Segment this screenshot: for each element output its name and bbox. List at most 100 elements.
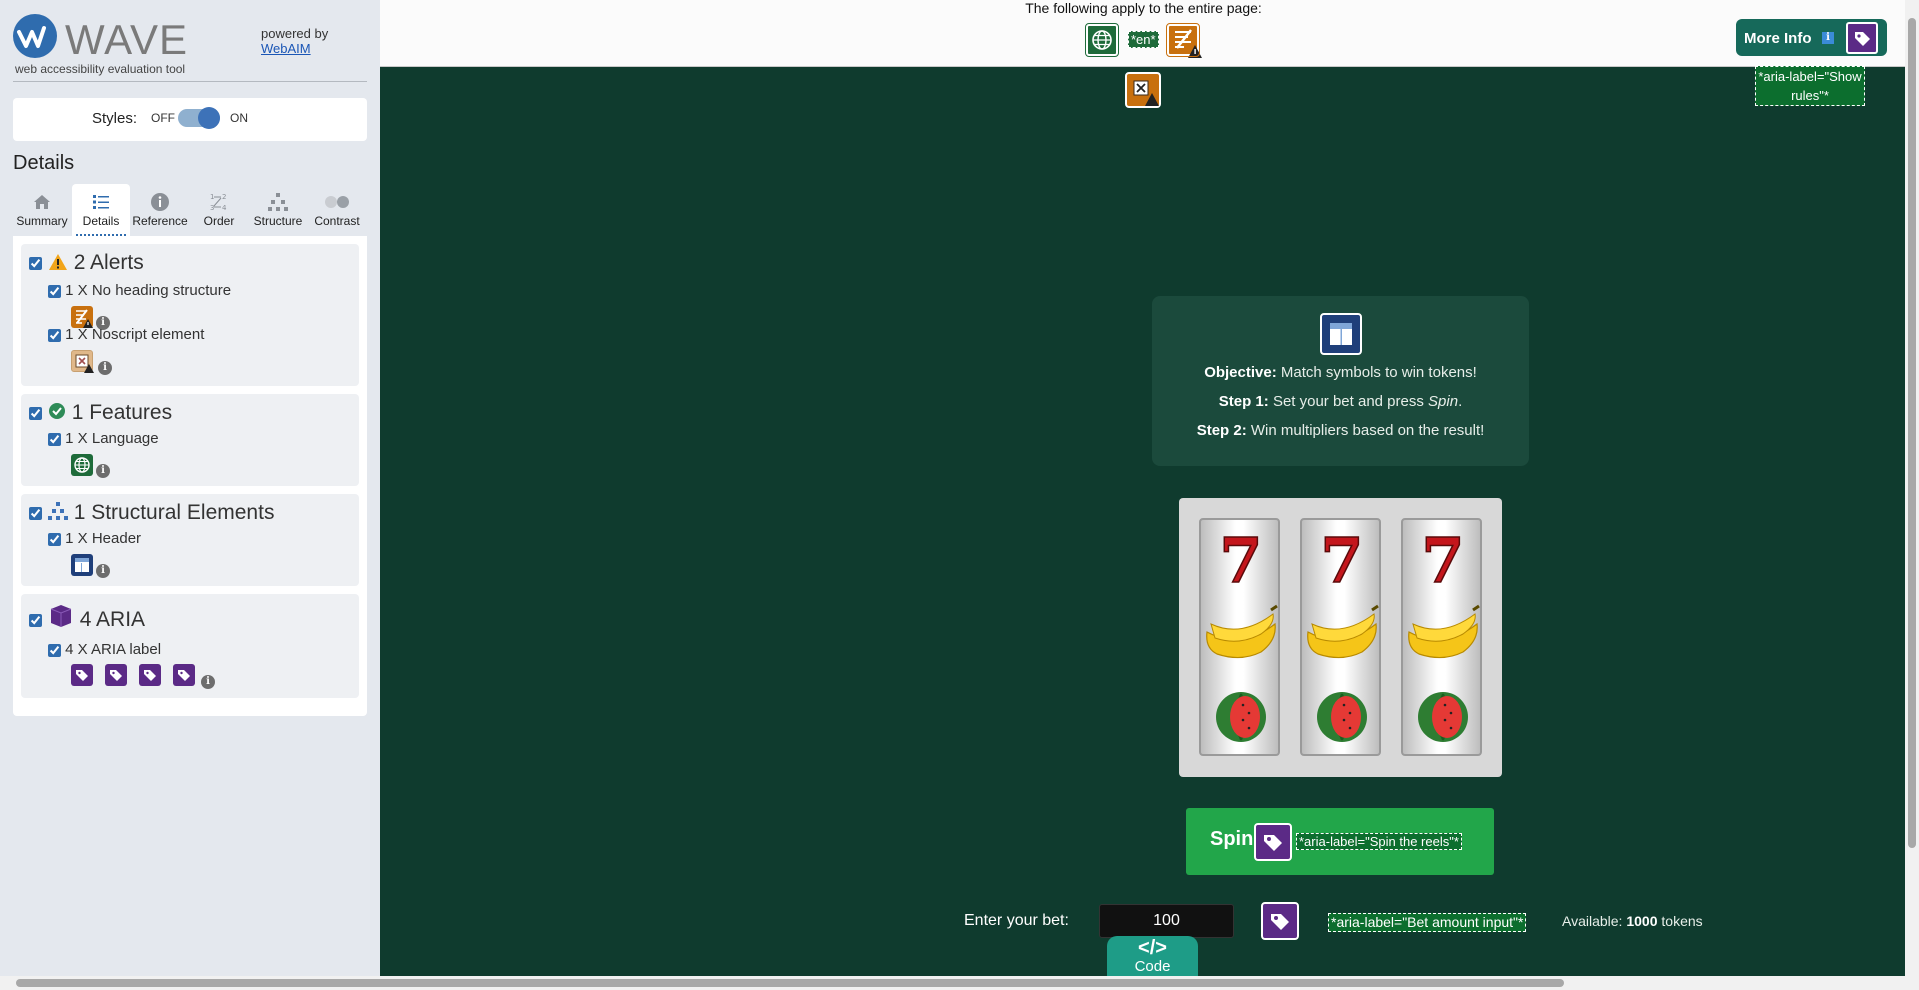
header-checkbox[interactable]	[48, 532, 61, 546]
page-wide-notice: The following apply to the entire page:	[1025, 0, 1262, 16]
svg-text:3: 3	[210, 204, 214, 212]
list-icon	[72, 192, 130, 214]
reel-symbols-icon: 7	[1408, 523, 1480, 742]
step2-label: Step 2:	[1196, 422, 1247, 439]
spin-button[interactable]: Spin *aria-label="Spin the reels"*	[1186, 808, 1494, 875]
aria-tag-icon[interactable]	[139, 664, 161, 686]
structure-group-header: 1 Structural Elements	[29, 501, 274, 525]
styles-label: Styles:	[92, 110, 138, 127]
horizontal-scrollbar[interactable]	[0, 976, 1919, 990]
language-info-icon[interactable]: i	[96, 464, 110, 478]
aria-tag-icon[interactable]	[1261, 902, 1299, 940]
bet-amount-input[interactable]	[1099, 904, 1234, 938]
aria-label-bet: *aria-label="Bet amount input"*	[1328, 913, 1527, 932]
header-element-icon[interactable]	[1320, 313, 1362, 355]
wave-wordmark: WAVE	[65, 16, 189, 63]
noscript-element-icon[interactable]	[71, 350, 94, 373]
aria-group-header: 4 ARIA	[29, 604, 145, 632]
tab-summary-label: Summary	[16, 214, 68, 228]
no-heading-label: 1 X No heading structure	[65, 282, 232, 299]
step1-label: Step 1:	[1218, 393, 1269, 410]
info-badge-icon: i	[1822, 32, 1834, 44]
features-group-header: 1 Features	[29, 401, 172, 425]
noscript-checkbox[interactable]	[48, 328, 61, 342]
header-element-icon[interactable]	[71, 554, 93, 576]
wave-logo-icon	[13, 14, 57, 58]
objective-text: Match symbols to win tokens!	[1280, 364, 1477, 381]
contrast-icon	[308, 192, 366, 214]
code-panel-toggle[interactable]: </> Code	[1107, 936, 1198, 976]
tab-details[interactable]: Details	[72, 184, 130, 236]
language-globe-icon[interactable]	[71, 454, 93, 476]
no-heading-structure-icon[interactable]	[71, 306, 93, 328]
aria-tag-icon[interactable]	[1846, 22, 1878, 54]
step2-text: Win multipliers based on the result!	[1250, 422, 1485, 439]
code-icon: </>	[1138, 937, 1167, 959]
tab-structure[interactable]: Structure	[249, 184, 307, 236]
features-checkbox[interactable]	[29, 406, 42, 420]
features-group: 1 Features 1 X Language i	[21, 394, 359, 486]
home-icon	[13, 192, 71, 214]
step1-spin-word: Spin	[1428, 393, 1459, 410]
noscript-info-icon[interactable]: i	[98, 361, 112, 375]
aria-tag-icon[interactable]	[71, 664, 93, 686]
powered-by-text: powered by	[261, 26, 329, 41]
vertical-scrollbar[interactable]	[1905, 0, 1919, 976]
tab-contrast-label: Contrast	[314, 214, 360, 228]
horizontal-scroll-thumb[interactable]	[16, 979, 1564, 987]
structure-checkbox[interactable]	[29, 506, 42, 520]
available-unit: tokens	[1661, 913, 1703, 929]
reel-symbols-icon: 7	[1307, 523, 1379, 742]
tab-reference-label: Reference	[132, 214, 188, 228]
tab-reference[interactable]: Reference	[131, 184, 189, 236]
alerts-title: 2 Alerts	[73, 251, 144, 274]
alerts-group-header: 2 Alerts	[29, 251, 144, 275]
tab-contrast[interactable]: Contrast	[308, 184, 366, 236]
no-heading-structure-icon[interactable]	[1166, 23, 1202, 58]
no-heading-checkbox[interactable]	[48, 284, 61, 298]
tab-summary[interactable]: Summary	[13, 184, 71, 236]
aria-tag-icon[interactable]	[173, 664, 195, 686]
step1-text: Set your bet and press	[1272, 393, 1429, 410]
aria-tag-icon[interactable]	[1254, 823, 1292, 861]
toggle-knob[interactable]	[198, 107, 220, 129]
header-info-icon[interactable]: i	[96, 564, 110, 578]
tab-order[interactable]: 1234 Order	[190, 184, 248, 236]
aria-checkbox[interactable]	[29, 613, 42, 627]
available-value: 1000	[1626, 913, 1658, 929]
details-panel: 2 Alerts 1 X No heading structure i 1 X …	[13, 236, 367, 716]
aria-info-icon[interactable]: i	[201, 675, 215, 689]
powered-by: powered by WebAIM	[261, 26, 328, 56]
alerts-checkbox[interactable]	[29, 256, 42, 270]
spin-label: Spin	[1210, 828, 1254, 850]
language-globe-icon[interactable]	[1085, 23, 1119, 57]
features-title: 1 Features	[71, 401, 173, 424]
lang-code-label: *en*	[1128, 31, 1159, 48]
structure-title: 1 Structural Elements	[73, 501, 275, 524]
noscript-element-icon[interactable]	[1125, 72, 1161, 108]
aria-label-label: 4 X ARIA label	[65, 641, 162, 658]
panel-tabs: Summary Details Reference 1234 Order Str…	[13, 184, 367, 236]
aria-group: 4 ARIA 4 X ARIA label i	[21, 594, 359, 698]
styles-on-label: ON	[230, 111, 248, 125]
aria-label-checkbox[interactable]	[48, 643, 61, 657]
webaim-link[interactable]: WebAIM	[261, 41, 328, 56]
more-info-button[interactable]: More Info i	[1736, 19, 1887, 56]
structure-group: 1 Structural Elements 1 X Header i	[21, 494, 359, 586]
alert-item-noscript: 1 X Noscript element	[48, 326, 204, 343]
available-tokens: Available: 1000 tokens	[1562, 913, 1703, 929]
vertical-scroll-thumb[interactable]	[1908, 18, 1916, 848]
info-icon	[131, 192, 189, 214]
step1-line: Step 1: Set your bet and press Spin.	[1152, 393, 1529, 410]
svg-text:4: 4	[222, 204, 227, 212]
aria-title: 4 ARIA	[79, 608, 146, 631]
feature-item-language: 1 X Language	[48, 430, 159, 447]
objective-card: Objective: Match symbols to win tokens! …	[1152, 296, 1529, 466]
hierarchy-icon	[47, 501, 68, 524]
language-checkbox[interactable]	[48, 432, 61, 446]
aria-tag-icon[interactable]	[105, 664, 127, 686]
styles-toggle[interactable]	[178, 107, 220, 129]
order-icon: 1234	[190, 192, 248, 214]
language-label: 1 X Language	[65, 430, 159, 447]
objective-line: Objective: Match symbols to win tokens!	[1152, 364, 1529, 381]
